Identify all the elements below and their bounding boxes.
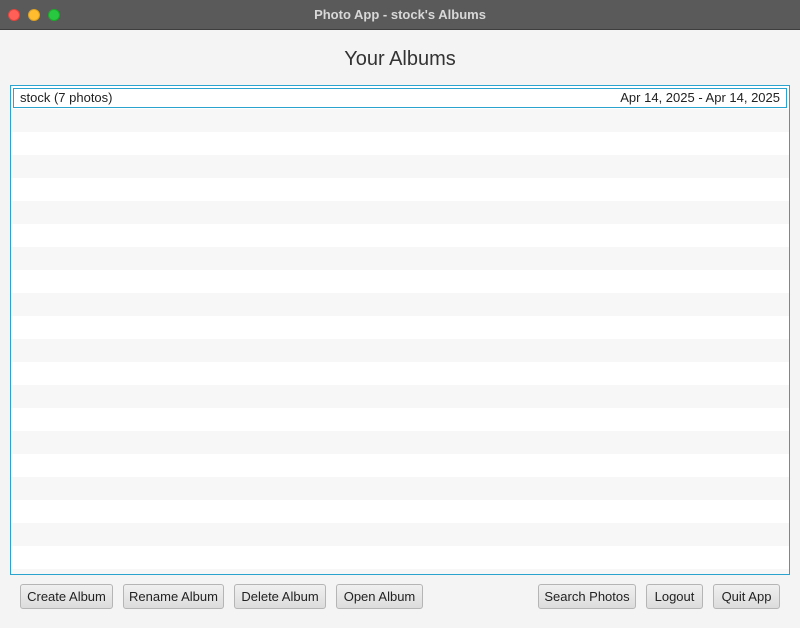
open-album-button[interactable]: Open Album <box>336 584 423 609</box>
window-title: Photo App - stock's Albums <box>314 7 486 22</box>
rename-album-button[interactable]: Rename Album <box>123 584 224 609</box>
app-window: Photo App - stock's Albums Your Albums s… <box>0 0 800 628</box>
delete-album-button[interactable]: Delete Album <box>234 584 326 609</box>
album-list[interactable]: stock (7 photos) Apr 14, 2025 - Apr 14, … <box>10 85 790 575</box>
quit-app-button[interactable]: Quit App <box>713 584 780 609</box>
album-date-range: Apr 14, 2025 - Apr 14, 2025 <box>620 90 780 105</box>
album-name: stock (7 photos) <box>20 90 113 105</box>
create-album-button[interactable]: Create Album <box>20 584 113 609</box>
page-title: Your Albums <box>344 48 456 70</box>
search-photos-button[interactable]: Search Photos <box>538 584 636 609</box>
title-bar[interactable]: Photo App - stock's Albums <box>0 0 800 30</box>
album-list-item[interactable]: stock (7 photos) Apr 14, 2025 - Apr 14, … <box>13 88 787 108</box>
logout-button[interactable]: Logout <box>646 584 703 609</box>
